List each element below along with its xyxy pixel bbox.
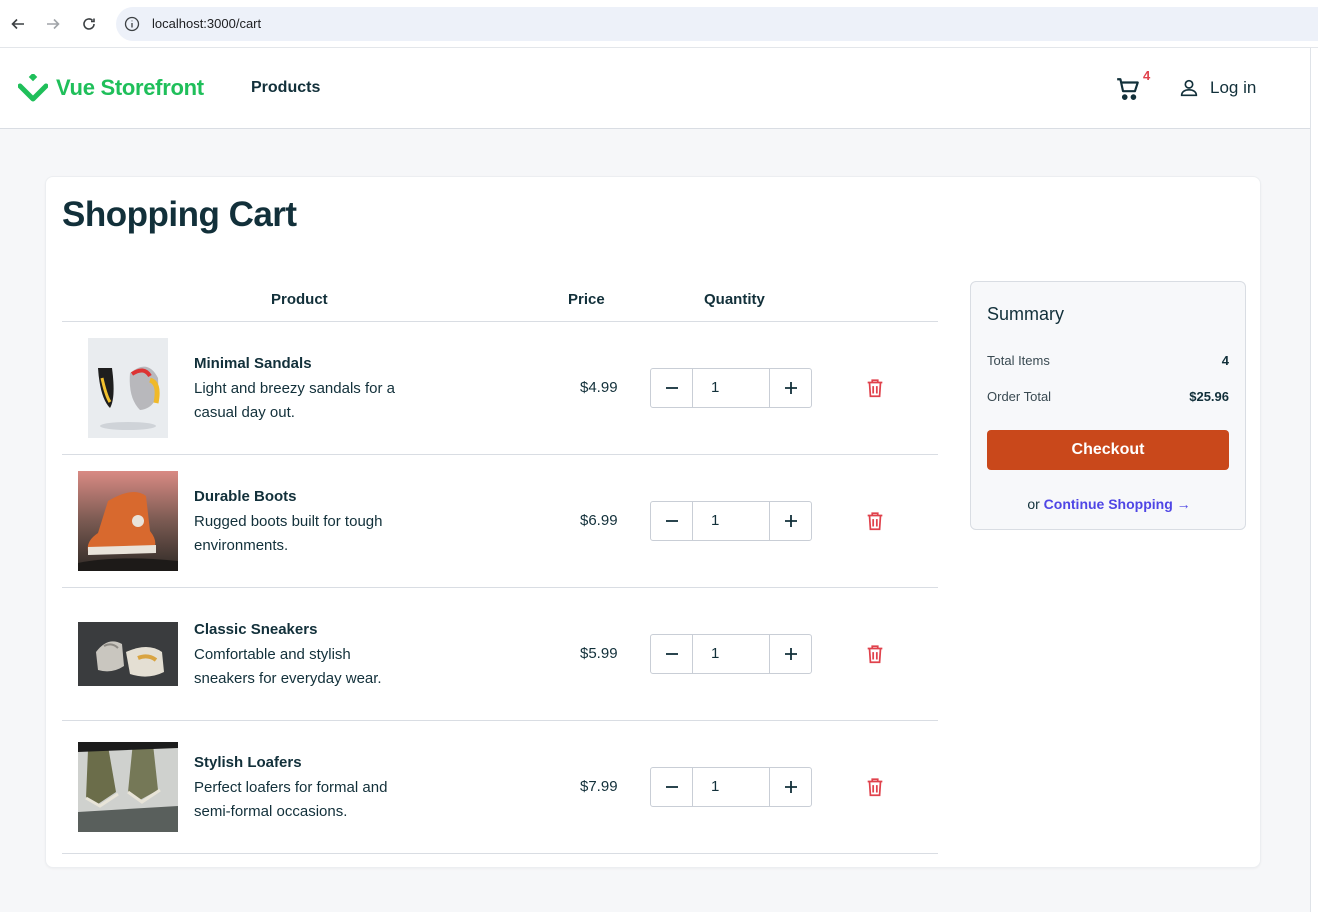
- cart-row: Durable Boots Rugged boots built for tou…: [62, 455, 938, 588]
- cart-table-header: Product Price Quantity: [62, 281, 938, 322]
- product-price: $5.99: [580, 645, 618, 662]
- trash-icon: [867, 512, 883, 531]
- product-image[interactable]: [78, 622, 178, 686]
- browser-toolbar: localhost:3000/cart: [0, 0, 1318, 48]
- quantity-input[interactable]: 1: [692, 768, 770, 806]
- site-info-icon[interactable]: [124, 16, 140, 32]
- quantity-input[interactable]: 1: [692, 369, 770, 407]
- remove-item-button[interactable]: [864, 776, 886, 798]
- logo-text: Vue Storefront: [56, 75, 204, 100]
- nav-link-products[interactable]: Products: [251, 79, 320, 97]
- product-description: Comfortable and stylish sneakers for eve…: [194, 646, 382, 687]
- minus-icon: [665, 653, 678, 655]
- plus-icon: [784, 648, 797, 660]
- trash-icon: [867, 778, 883, 797]
- product-image[interactable]: [78, 471, 178, 571]
- order-total-label: Order Total: [987, 389, 1052, 404]
- product-price: $4.99: [580, 379, 618, 396]
- summary-total-items: Total Items 4: [987, 353, 1229, 368]
- site-header: Vue Storefront Products 4 Log in: [0, 48, 1310, 129]
- decrease-quantity-button[interactable]: [651, 369, 692, 407]
- quantity-stepper: 1: [650, 501, 812, 541]
- total-items-value: 4: [1221, 353, 1229, 368]
- url-text[interactable]: localhost:3000/cart: [152, 16, 261, 31]
- product-description: Perfect loafers for formal and semi-form…: [194, 779, 388, 820]
- quantity-stepper: 1: [650, 767, 812, 807]
- minus-icon: [665, 786, 678, 788]
- product-name[interactable]: Classic Sneakers: [194, 621, 317, 638]
- back-arrow-icon[interactable]: [6, 12, 30, 36]
- product-name[interactable]: Minimal Sandals: [194, 355, 312, 372]
- continue-shopping-link[interactable]: Continue Shopping →: [1044, 496, 1191, 512]
- decrease-quantity-button[interactable]: [651, 502, 692, 540]
- cart-card: Shopping Cart Product Price Quantity Min…: [45, 176, 1261, 868]
- cart-icon: [1117, 78, 1139, 100]
- quantity-input[interactable]: 1: [692, 502, 770, 540]
- minus-icon: [665, 520, 678, 522]
- or-text: or: [1027, 496, 1040, 512]
- cart-row: Stylish Loafers Perfect loafers for form…: [62, 721, 938, 854]
- decrease-quantity-button[interactable]: [651, 768, 692, 806]
- product-name[interactable]: Stylish Loafers: [194, 754, 302, 771]
- cart-row: Classic Sneakers Comfortable and stylish…: [62, 588, 938, 721]
- quantity-input[interactable]: 1: [692, 635, 770, 673]
- remove-item-button[interactable]: [864, 377, 886, 399]
- continue-shopping: or Continue Shopping →: [971, 496, 1247, 512]
- forward-arrow-icon[interactable]: [41, 12, 65, 36]
- login-label: Log in: [1210, 78, 1257, 97]
- column-header-price: Price: [568, 291, 605, 308]
- cart-count-badge: 4: [1143, 68, 1151, 83]
- vue-storefront-logo-icon: [18, 74, 48, 102]
- plus-icon: [784, 382, 797, 394]
- plus-icon: [784, 781, 797, 793]
- reload-icon[interactable]: [77, 12, 101, 36]
- product-image[interactable]: [88, 338, 168, 438]
- quantity-stepper: 1: [650, 634, 812, 674]
- order-summary: Summary Total Items 4 Order Total $25.96…: [970, 281, 1246, 530]
- cart-button[interactable]: [1115, 76, 1141, 102]
- product-description: Rugged boots built for tough environment…: [194, 513, 383, 554]
- address-bar[interactable]: localhost:3000/cart: [116, 7, 1318, 41]
- product-description: Light and breezy sandals for a casual da…: [194, 380, 395, 421]
- trash-icon: [867, 645, 883, 664]
- order-total-value: $25.96: [1189, 389, 1229, 404]
- product-image[interactable]: [78, 742, 178, 832]
- column-header-product: Product: [271, 291, 328, 308]
- trash-icon: [867, 379, 883, 398]
- plus-icon: [784, 515, 797, 527]
- remove-item-button[interactable]: [864, 510, 886, 532]
- cart-row: Minimal Sandals Light and breezy sandals…: [62, 322, 938, 455]
- quantity-stepper: 1: [650, 368, 812, 408]
- summary-title: Summary: [987, 304, 1065, 324]
- login-button[interactable]: Log in: [1178, 77, 1256, 99]
- checkout-button[interactable]: Checkout: [987, 430, 1229, 470]
- column-header-quantity: Quantity: [704, 291, 765, 308]
- total-items-label: Total Items: [987, 353, 1050, 368]
- increase-quantity-button[interactable]: [770, 768, 811, 806]
- increase-quantity-button[interactable]: [770, 502, 811, 540]
- increase-quantity-button[interactable]: [770, 635, 811, 673]
- product-price: $7.99: [580, 778, 618, 795]
- minus-icon: [665, 387, 678, 389]
- product-name[interactable]: Durable Boots: [194, 488, 297, 505]
- page-title: Shopping Cart: [62, 195, 297, 234]
- devtools-edge: [1310, 48, 1318, 912]
- logo[interactable]: Vue Storefront: [18, 74, 204, 102]
- decrease-quantity-button[interactable]: [651, 635, 692, 673]
- user-icon: [1180, 79, 1198, 97]
- summary-order-total: Order Total $25.96: [987, 389, 1229, 404]
- product-price: $6.99: [580, 512, 618, 529]
- remove-item-button[interactable]: [864, 643, 886, 665]
- increase-quantity-button[interactable]: [770, 369, 811, 407]
